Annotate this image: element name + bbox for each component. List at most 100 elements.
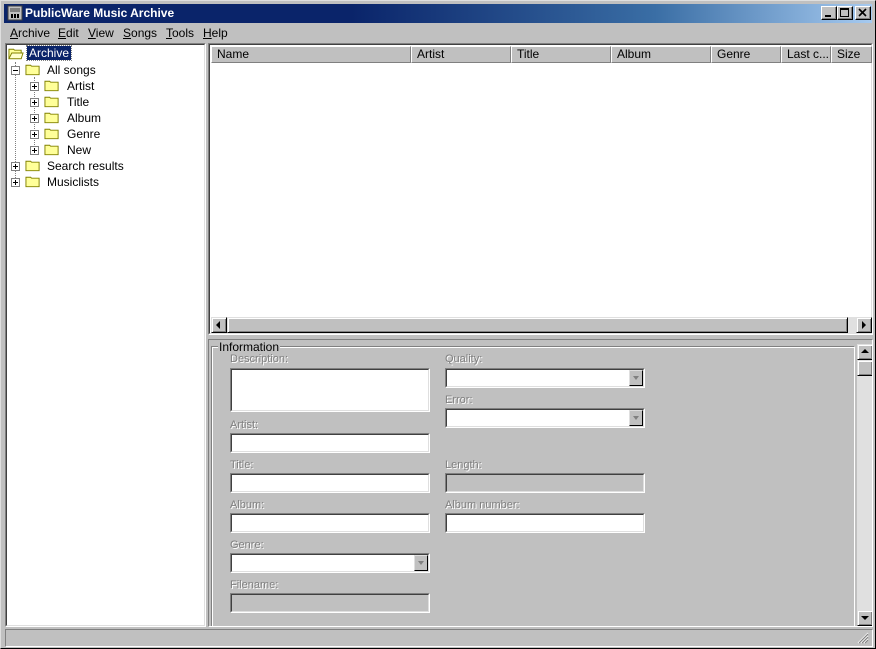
title-bar[interactable]: PublicWare Music Archive bbox=[4, 4, 872, 23]
column-header-name[interactable]: Name bbox=[211, 46, 411, 63]
arrow-right-icon bbox=[862, 321, 866, 329]
error-dropdown-button[interactable] bbox=[629, 410, 643, 426]
description-label: Description: bbox=[230, 353, 289, 365]
expand-icon[interactable] bbox=[30, 146, 39, 155]
genre-combobox-border bbox=[231, 554, 429, 572]
menu-view-label: iew bbox=[95, 26, 114, 40]
length-label: Length: bbox=[445, 459, 482, 471]
folder-icon bbox=[25, 64, 40, 76]
resize-grip-icon[interactable] bbox=[857, 632, 869, 644]
close-button[interactable] bbox=[855, 6, 871, 20]
expand-icon[interactable] bbox=[11, 162, 20, 171]
menu-help[interactable]: Help bbox=[203, 26, 228, 40]
album-field[interactable] bbox=[230, 513, 430, 533]
quality-combobox[interactable] bbox=[445, 368, 645, 388]
artist-label: Artist: bbox=[230, 419, 259, 431]
expand-icon[interactable] bbox=[30, 82, 39, 91]
scroll-right-button[interactable] bbox=[856, 317, 872, 333]
column-header-size[interactable]: Size bbox=[831, 46, 872, 63]
quality-dropdown-button[interactable] bbox=[629, 370, 643, 386]
tree-node-new[interactable]: New bbox=[28, 142, 178, 158]
menu-view[interactable]: View bbox=[88, 26, 114, 40]
folder-open-icon bbox=[8, 48, 24, 60]
tree-node-search-results[interactable]: Search results bbox=[10, 158, 190, 174]
scroll-up-button[interactable] bbox=[857, 344, 872, 360]
menu-help-label: elp bbox=[211, 26, 228, 40]
quality-combobox-border bbox=[446, 369, 644, 387]
expand-icon[interactable] bbox=[30, 98, 39, 107]
tree-label-search-results: Search results bbox=[47, 159, 124, 173]
title-field[interactable] bbox=[230, 473, 430, 493]
error-label: Error: bbox=[445, 394, 473, 406]
description-field[interactable] bbox=[230, 368, 430, 412]
filename-label: Filename: bbox=[230, 579, 279, 591]
menu-songs-label: ongs bbox=[131, 26, 158, 40]
tree-label-new: New bbox=[67, 143, 92, 157]
tree-node-artist[interactable]: Artist bbox=[28, 78, 178, 94]
song-list[interactable]: Name Artist Title Album Genre Last c... … bbox=[208, 43, 873, 335]
artist-field[interactable] bbox=[230, 433, 430, 453]
tree-label-all-songs: All songs bbox=[47, 63, 96, 77]
album-label: Album: bbox=[230, 499, 265, 511]
chevron-down-icon bbox=[418, 561, 424, 565]
folder-icon bbox=[44, 112, 59, 124]
app-icon[interactable] bbox=[7, 5, 23, 21]
column-header-last-changed[interactable]: Last c... bbox=[781, 46, 831, 63]
length-field-border bbox=[446, 474, 644, 492]
expand-icon[interactable] bbox=[30, 130, 39, 139]
tree-node-musiclists[interactable]: Musiclists bbox=[10, 174, 190, 190]
maximize-button[interactable] bbox=[837, 6, 853, 20]
column-header-title[interactable]: Title bbox=[511, 46, 611, 63]
scroll-left-button[interactable] bbox=[211, 317, 227, 333]
folder-icon bbox=[44, 80, 59, 92]
menu-tools-label: ools bbox=[172, 26, 195, 40]
tree-label-album: Album bbox=[67, 111, 102, 125]
arrow-down-icon bbox=[861, 616, 869, 620]
artist-field-border bbox=[231, 434, 429, 452]
chevron-down-icon bbox=[633, 416, 639, 420]
menu-help-mnemonic: H bbox=[203, 26, 212, 40]
folder-icon bbox=[44, 96, 59, 108]
expand-icon[interactable] bbox=[11, 178, 20, 187]
tree-node-album[interactable]: Album bbox=[28, 110, 178, 126]
filename-field-border bbox=[231, 594, 429, 612]
tree-node-title[interactable]: Title bbox=[28, 94, 178, 110]
genre-combobox[interactable] bbox=[230, 553, 430, 573]
error-combobox[interactable] bbox=[445, 408, 645, 428]
folder-icon bbox=[44, 144, 59, 156]
menu-edit[interactable]: Edit bbox=[58, 26, 79, 40]
tree-node-all-songs[interactable]: All songs bbox=[10, 62, 190, 78]
folder-icon bbox=[44, 128, 59, 140]
menu-tools[interactable]: Tools bbox=[166, 26, 194, 40]
menu-edit-mnemonic: E bbox=[58, 26, 67, 40]
length-field[interactable] bbox=[445, 473, 645, 493]
quality-label: Quality: bbox=[445, 353, 483, 365]
horizontal-scroll-thumb[interactable] bbox=[227, 317, 848, 333]
column-header-artist[interactable]: Artist bbox=[411, 46, 511, 63]
close-icon bbox=[858, 8, 867, 17]
folder-icon bbox=[25, 160, 40, 172]
arrow-left-icon bbox=[216, 321, 220, 329]
album-number-field[interactable] bbox=[445, 513, 645, 533]
tree-node-genre[interactable]: Genre bbox=[28, 126, 178, 142]
genre-dropdown-button[interactable] bbox=[414, 555, 428, 571]
scroll-down-button[interactable] bbox=[857, 610, 872, 626]
vertical-scrollbar[interactable] bbox=[857, 344, 872, 626]
menu-archive[interactable]: Archive bbox=[10, 26, 50, 40]
description-field-border bbox=[231, 369, 429, 411]
minimize-button[interactable] bbox=[821, 6, 837, 20]
filename-field[interactable] bbox=[230, 593, 430, 613]
app-window: PublicWare Music Archive Archive Edit Vi… bbox=[0, 0, 876, 649]
menu-songs[interactable]: Songs bbox=[123, 26, 157, 40]
information-groupbox: Information Description: Artist: Title: … bbox=[211, 340, 855, 626]
folder-icon bbox=[25, 176, 40, 188]
archive-tree[interactable]: Archive All songs Artist Title Album Gen… bbox=[5, 43, 206, 627]
collapse-icon[interactable] bbox=[11, 66, 20, 75]
vertical-scroll-thumb[interactable] bbox=[857, 360, 872, 376]
expand-icon[interactable] bbox=[30, 114, 39, 123]
horizontal-scrollbar[interactable] bbox=[211, 317, 872, 333]
album-number-field-border bbox=[446, 514, 644, 532]
maximize-icon bbox=[840, 8, 849, 17]
column-header-genre[interactable]: Genre bbox=[711, 46, 781, 63]
column-header-album[interactable]: Album bbox=[611, 46, 711, 63]
